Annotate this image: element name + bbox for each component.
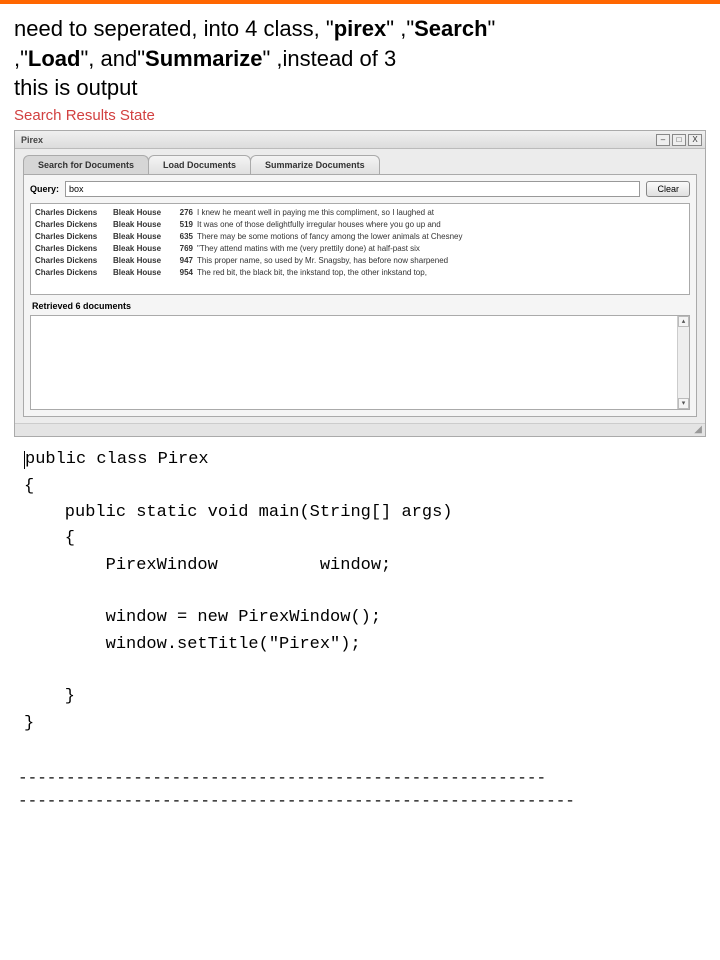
close-button[interactable]: X xyxy=(688,134,702,146)
text: need to seperated, into 4 class, " xyxy=(14,16,334,41)
result-author: Charles Dickens xyxy=(35,231,113,243)
result-num: 635 xyxy=(173,231,197,243)
result-author: Charles Dickens xyxy=(35,267,113,279)
window-controls: – □ X xyxy=(656,134,702,146)
result-row[interactable]: Charles Dickens Bleak House 954 The red … xyxy=(35,267,685,279)
result-row[interactable]: Charles Dickens Bleak House 947 This pro… xyxy=(35,255,685,267)
dash-line: ----------------------------------------… xyxy=(18,767,706,789)
result-num: 769 xyxy=(173,243,197,255)
result-snippet: It was one of those delightfully irregul… xyxy=(197,219,685,231)
titlebar: Pirex – □ X xyxy=(15,131,705,149)
result-num: 954 xyxy=(173,267,197,279)
search-panel: Query: Clear Charles Dickens Bleak House… xyxy=(23,174,697,417)
text: " xyxy=(488,16,496,41)
code-line: } xyxy=(24,687,75,706)
separator-dashes: ----------------------------------------… xyxy=(0,737,720,812)
result-title: Bleak House xyxy=(113,243,173,255)
result-author: Charles Dickens xyxy=(35,255,113,267)
bold-pirex: pirex xyxy=(334,16,387,41)
text: " ,instead of 3 xyxy=(262,46,396,71)
result-snippet: "They attend matins with me (very pretti… xyxy=(197,243,685,255)
retrieved-count: Retrieved 6 documents xyxy=(32,301,690,311)
text: ," xyxy=(14,46,28,71)
result-title: Bleak House xyxy=(113,255,173,267)
state-heading: Search Results State xyxy=(14,107,706,124)
text: " ," xyxy=(386,16,414,41)
result-row[interactable]: Charles Dickens Bleak House 276 I knew h… xyxy=(35,207,685,219)
result-title: Bleak House xyxy=(113,267,173,279)
query-input[interactable] xyxy=(65,181,640,197)
question-area: need to seperated, into 4 class, "pirex"… xyxy=(0,4,720,130)
result-snippet: This proper name, so used by Mr. Snagsby… xyxy=(197,255,685,267)
code-line: } xyxy=(24,714,34,733)
bold-summarize: Summarize xyxy=(145,46,262,71)
code-line: { xyxy=(24,477,34,496)
result-author: Charles Dickens xyxy=(35,219,113,231)
results-list[interactable]: Charles Dickens Bleak House 276 I knew h… xyxy=(30,203,690,295)
result-snippet: I knew he meant well in paying me this c… xyxy=(197,207,685,219)
bold-search: Search xyxy=(414,16,487,41)
tab-summarize[interactable]: Summarize Documents xyxy=(250,155,380,174)
minimize-button[interactable]: – xyxy=(656,134,670,146)
text: ", and" xyxy=(80,46,145,71)
result-author: Charles Dickens xyxy=(35,243,113,255)
question-line-1: need to seperated, into 4 class, "pirex"… xyxy=(14,14,706,44)
scroll-up-icon[interactable]: ▴ xyxy=(678,316,689,327)
code-line: window = new PirexWindow(); xyxy=(24,608,381,627)
query-row: Query: Clear xyxy=(30,181,690,197)
result-snippet: There may be some motions of fancy among… xyxy=(197,231,685,243)
code-line: window.setTitle("Pirex"); xyxy=(24,635,361,654)
code-line: PirexWindow window; xyxy=(24,556,391,575)
output-label: this is output xyxy=(14,75,706,101)
tab-load[interactable]: Load Documents xyxy=(148,155,251,174)
result-author: Charles Dickens xyxy=(35,207,113,219)
dash-line: ----------------------------------------… xyxy=(18,790,706,812)
query-label: Query: xyxy=(30,184,59,194)
result-row[interactable]: Charles Dickens Bleak House 519 It was o… xyxy=(35,219,685,231)
window-title: Pirex xyxy=(18,135,43,145)
result-num: 276 xyxy=(173,207,197,219)
resize-grip-icon[interactable]: ◢ xyxy=(15,423,705,436)
code-line: public class Pirex xyxy=(25,450,209,469)
result-title: Bleak House xyxy=(113,231,173,243)
scroll-down-icon[interactable]: ▾ xyxy=(678,398,689,409)
tabs-row: Search for Documents Load Documents Summ… xyxy=(15,149,705,174)
result-row[interactable]: Charles Dickens Bleak House 769 "They at… xyxy=(35,243,685,255)
maximize-button[interactable]: □ xyxy=(672,134,686,146)
code-block: public class Pirex { public static void … xyxy=(0,437,720,737)
result-row[interactable]: Charles Dickens Bleak House 635 There ma… xyxy=(35,231,685,243)
result-num: 947 xyxy=(173,255,197,267)
bold-load: Load xyxy=(28,46,81,71)
result-title: Bleak House xyxy=(113,219,173,231)
result-title: Bleak House xyxy=(113,207,173,219)
code-line: public static void main(String[] args) xyxy=(24,503,452,522)
tab-search[interactable]: Search for Documents xyxy=(23,155,149,174)
question-line-2: ,"Load", and"Summarize" ,instead of 3 xyxy=(14,44,706,74)
detail-text-area[interactable]: ▴ ▾ xyxy=(30,315,690,410)
result-snippet: The red bit, the black bit, the inkstand… xyxy=(197,267,685,279)
scrollbar[interactable]: ▴ ▾ xyxy=(677,316,689,409)
result-num: 519 xyxy=(173,219,197,231)
code-line: { xyxy=(24,529,75,548)
pirex-window: Pirex – □ X Search for Documents Load Do… xyxy=(14,130,706,437)
clear-button[interactable]: Clear xyxy=(646,181,690,197)
